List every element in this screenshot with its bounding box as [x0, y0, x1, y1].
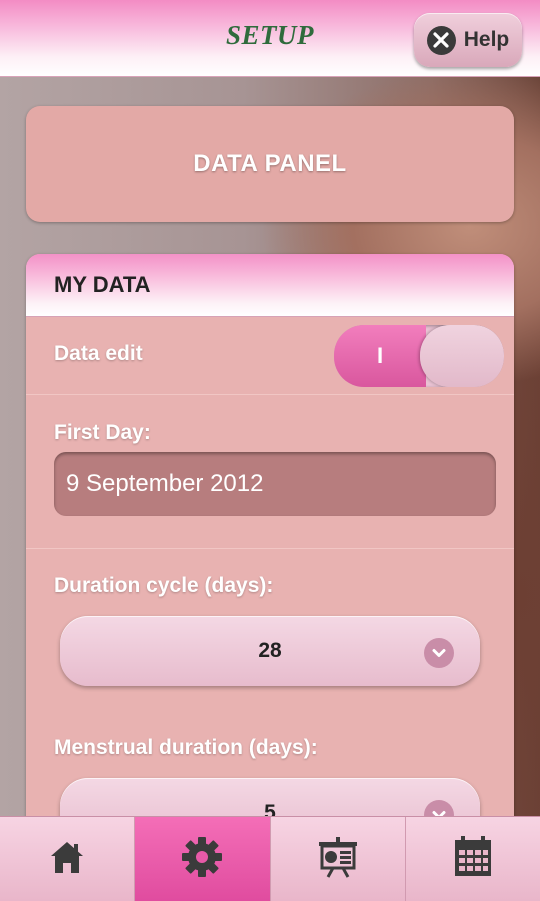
my-data-title: MY DATA [26, 254, 514, 317]
gear-icon [179, 834, 225, 885]
chevron-down-icon [424, 638, 454, 668]
data-edit-row: Data edit I [26, 316, 514, 395]
help-label: Help [463, 28, 510, 51]
duration-cycle-label: Duration cycle (days): [54, 574, 274, 597]
close-x-icon [426, 25, 456, 55]
data-panel-button[interactable]: DATA PANEL [26, 106, 514, 222]
presentation-board-icon [315, 834, 361, 885]
tab-calendar[interactable] [406, 817, 540, 901]
calendar-icon [451, 834, 495, 885]
home-icon [47, 837, 87, 882]
first-day-label: First Day: [54, 421, 151, 444]
first-day-input[interactable]: 9 September 2012 [54, 452, 496, 516]
bottom-tab-bar [0, 816, 540, 901]
tab-setup[interactable] [135, 817, 271, 901]
menstrual-duration-label: Menstrual duration (days): [54, 736, 318, 759]
toggle-on-indicator: I [334, 325, 426, 387]
data-edit-label: Data edit [54, 342, 143, 365]
help-button[interactable]: Help [414, 13, 522, 67]
data-edit-toggle[interactable]: I [334, 325, 504, 387]
toggle-knob[interactable] [420, 325, 504, 387]
header-bar: SETUP Help [0, 0, 540, 77]
my-data-card: MY DATA Data edit I First Day: 9 Septemb… [26, 254, 514, 854]
tab-home[interactable] [0, 817, 136, 901]
duration-cycle-select[interactable]: 28 [60, 616, 480, 686]
tab-presentation[interactable] [271, 817, 406, 901]
duration-cycle-value: 28 [258, 639, 282, 662]
